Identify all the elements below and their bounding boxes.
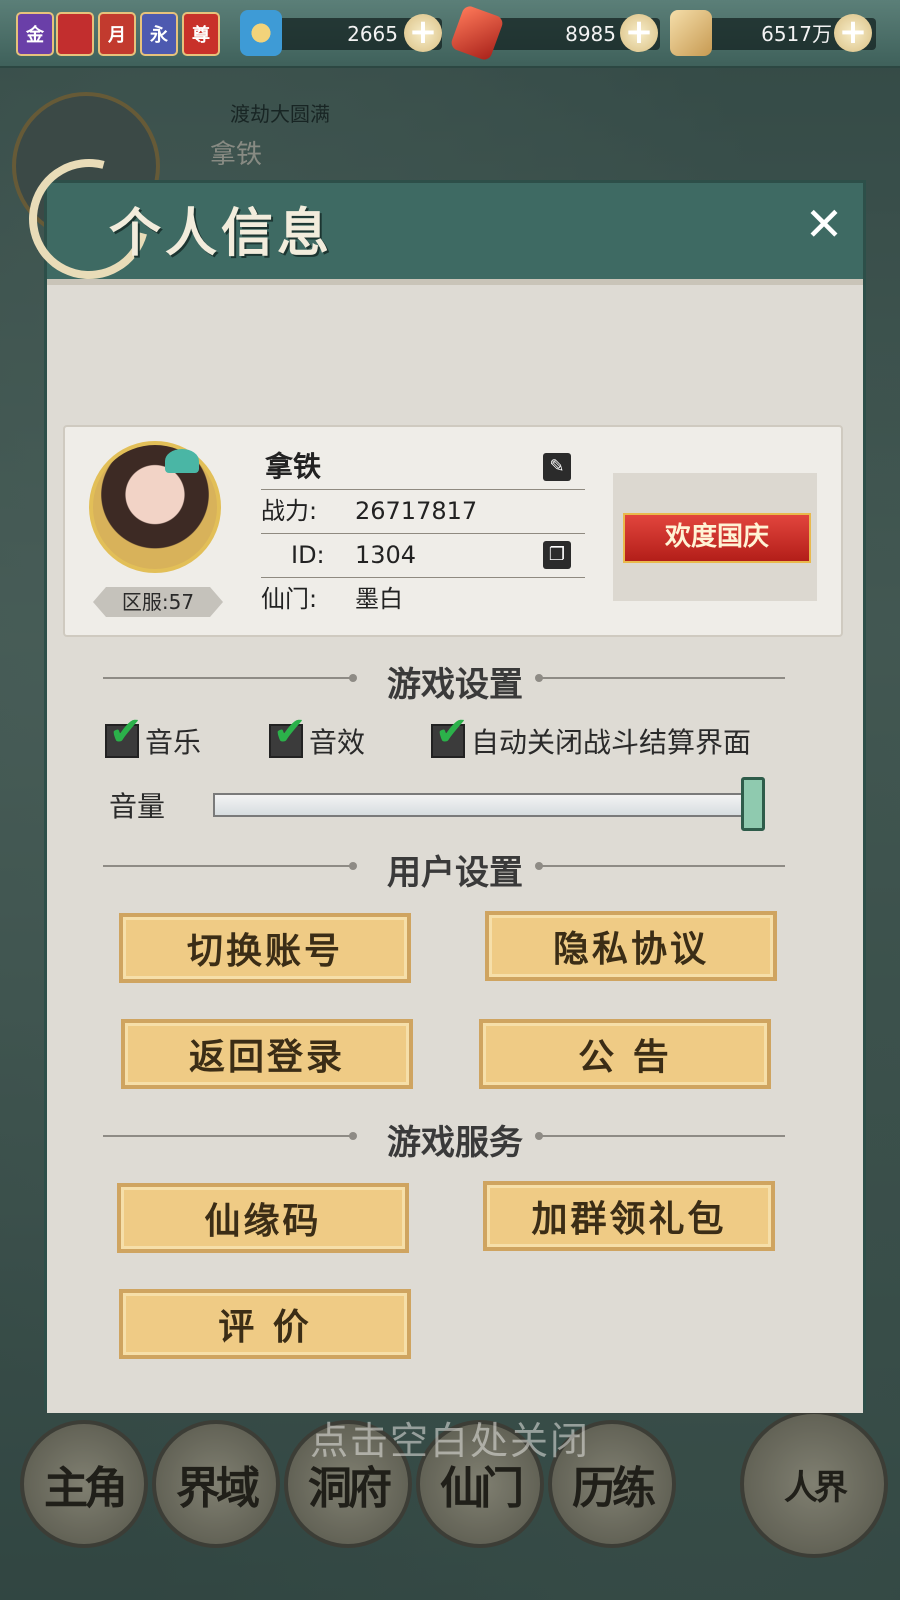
personal-info-dialog: 个人信息 ✕ 区服:57 拿铁 ✎ 战力: 26717817 ID: 1304 … [7,137,866,1413]
checkmark-icon: ✔ [435,709,469,755]
auto-close-toggle[interactable]: ✔ 自动关闭战斗结算界面 [431,712,752,761]
privacy-button[interactable]: 隐私协议 [485,911,777,981]
close-button[interactable]: ✕ [801,201,847,247]
volume-slider[interactable] [213,793,743,817]
dialog-body: 区服:57 拿铁 ✎ 战力: 26717817 ID: 1304 ❐ 仙门: 墨… [47,279,863,1413]
profile-card: 区服:57 拿铁 ✎ 战力: 26717817 ID: 1304 ❐ 仙门: 墨… [63,425,843,637]
music-checkbox[interactable]: ✔ [105,712,143,758]
add-crystal-button[interactable]: + [620,14,658,52]
title-display[interactable]: 欢度国庆 [613,473,817,601]
music-toggle[interactable]: ✔ 音乐 [105,712,202,761]
power-label: 战力: [261,497,318,525]
vip-badge-red[interactable] [56,12,94,56]
power-value: 26717817 [355,497,478,525]
player-name: 拿铁 [265,450,322,483]
vip-badge-month[interactable]: 月 [98,12,136,56]
user-settings-title: 用户设置 [387,853,523,893]
close-hint: 点击空白处关闭 [309,1419,590,1463]
divider-right [539,677,785,679]
power-row: 战力: 26717817 [261,489,585,534]
national-day-banner: 欢度国庆 [623,513,811,563]
sfx-toggle[interactable]: ✔ 音效 [269,712,366,761]
sfx-checkbox[interactable]: ✔ [269,712,307,758]
sect-value: 墨白 [355,585,403,613]
volume-slider-thumb[interactable] [741,777,765,831]
fairy-code-button[interactable]: 仙缘码 [117,1183,409,1253]
dialog-title: 个人信息 [109,203,334,264]
id-value: 1304 [355,541,417,569]
auto-close-checkbox[interactable]: ✔ [431,712,469,758]
edit-name-button[interactable]: ✎ [543,453,571,481]
notice-button[interactable]: 公 告 [479,1019,771,1089]
vip-badge-honor[interactable]: 尊 [182,12,220,56]
game-settings-title: 游戏设置 [387,665,523,705]
back-to-login-button[interactable]: 返回登录 [121,1019,413,1089]
music-label: 音乐 [145,726,202,759]
checkmark-icon: ✔ [273,709,307,755]
divider-right [539,865,785,867]
server-label: 区服:57 [93,587,223,617]
rate-button[interactable]: 评 价 [119,1289,411,1359]
vip-badge-gold[interactable]: 金 [16,12,54,56]
id-label: ID: [291,541,325,569]
top-bar: 金 月 永 尊 2665 + 8985 + 6517万 + [0,0,900,68]
gold-scroll-icon [670,10,712,56]
sfx-label: 音效 [309,726,366,759]
sect-row: 仙门: 墨白 [261,577,585,621]
copy-id-button[interactable]: ❐ [543,541,571,569]
join-group-button[interactable]: 加群领礼包 [483,1181,775,1251]
jade-swirl-icon [240,10,282,56]
id-row: ID: 1304 ❐ [261,533,585,578]
add-jade-button[interactable]: + [404,14,442,52]
crown-icon [165,449,199,473]
game-services-title: 游戏服务 [387,1123,523,1163]
add-gold-button[interactable]: + [834,14,872,52]
checkmark-icon: ✔ [109,709,143,755]
switch-account-button[interactable]: 切换账号 [119,913,411,983]
vip-badge-forever[interactable]: 永 [140,12,178,56]
name-row: 拿铁 ✎ [261,445,585,490]
auto-close-label: 自动关闭战斗结算界面 [471,726,752,759]
red-crystal-icon [449,4,505,62]
volume-label: 音量 [109,790,166,823]
player-avatar[interactable] [89,441,221,573]
sect-label: 仙门: [261,585,318,613]
divider-right [539,1135,785,1137]
